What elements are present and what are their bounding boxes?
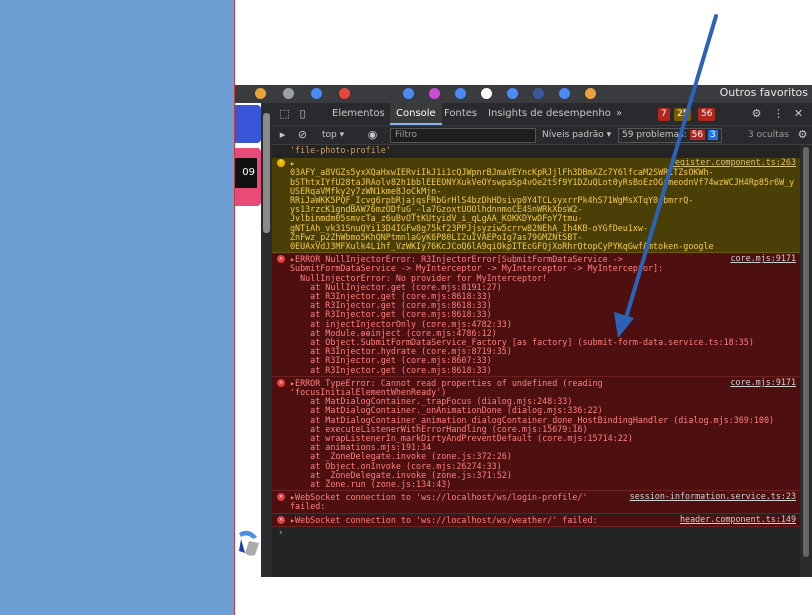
source-link[interactable]: session-information.service.ts:23	[630, 491, 796, 501]
hidden-count: 3 ocultas	[748, 130, 789, 140]
console-log-message[interactable]: 'file-photo-profile'	[272, 145, 800, 158]
console-line: 'file-photo-profile'	[290, 145, 391, 155]
error-icon: ✕	[277, 493, 285, 502]
warning-icon: !	[277, 159, 285, 168]
log-levels-value: Níveis padrão	[542, 130, 604, 140]
close-icon[interactable]: ✕	[792, 107, 805, 120]
settings-gear-icon[interactable]: ⚙	[750, 107, 763, 120]
filter-input[interactable]: Filtro	[390, 128, 536, 143]
page-card[interactable]: 09	[235, 148, 261, 206]
source-link[interactable]: core.mjs:9171	[730, 377, 796, 387]
issues-label: 59 problemas:	[622, 130, 687, 140]
bookmark-icon[interactable]	[481, 88, 492, 99]
bookmark-icon[interactable]	[455, 88, 466, 99]
scroll-thumb[interactable]	[263, 113, 270, 233]
bookmark-icon[interactable]	[255, 88, 266, 99]
devtools-panel: ⬚ ▯ Elementos Console Fontes Insights de…	[272, 103, 812, 577]
console-settings-gear-icon[interactable]: ⚙	[796, 128, 809, 141]
issues-info-count: 3	[708, 130, 718, 140]
context-select[interactable]: top ▾	[322, 128, 344, 142]
bookmark-icon[interactable]	[429, 88, 440, 99]
left-blue-panel	[0, 0, 234, 615]
sidebar-toggle-icon[interactable]: ▸	[276, 128, 289, 141]
issues-count-badge[interactable]: 56	[698, 108, 716, 121]
issues-error-count: 56	[689, 130, 706, 140]
bookmark-icon[interactable]	[533, 88, 544, 99]
source-link[interactable]: core.mjs:9171	[730, 253, 796, 263]
live-expression-eye-icon[interactable]: ◉	[366, 128, 379, 141]
bookmarks-bar: Outros favoritos	[235, 85, 812, 103]
console-line: 0EUAxVdJ3MFXulk4L1hf_VzWKIy76KcJCoQ6lA9q…	[290, 241, 714, 252]
page-tag: 09	[235, 158, 257, 188]
console-error-message[interactable]: ✕ ▸ERROR NullInjectorError: R3InjectorErr…	[272, 253, 800, 377]
log-levels-select[interactable]: Níveis padrão ▾	[542, 128, 611, 142]
context-value: top	[322, 130, 337, 140]
more-tabs-button[interactable]: »	[610, 103, 628, 125]
bookmark-icon[interactable]	[339, 88, 350, 99]
bookmark-icon[interactable]	[311, 88, 322, 99]
console-warning-message[interactable]: ! ▸ 03AFY_a8VGZs5yxXQaHxwIERviIkJ1i1cQJWpn…	[272, 157, 800, 254]
console-scrollbar[interactable]	[800, 145, 812, 577]
error-icon: ✕	[277, 515, 285, 524]
console-error-message[interactable]: ✕ ▸WebSocket connection to 'ws://localhos…	[272, 491, 800, 514]
bookmark-icon[interactable]	[403, 88, 414, 99]
console-line: at Zone.run (zone.js:134:43)	[290, 479, 452, 490]
bookmark-icon[interactable]	[507, 88, 518, 99]
page-card[interactable]	[235, 105, 261, 143]
devtools-tabbar: ⬚ ▯ Elementos Console Fontes Insights de…	[272, 103, 812, 126]
tab-elements[interactable]: Elementos	[326, 103, 391, 125]
console-line: at R3Injector.get (core.mjs:8618:33)	[290, 364, 492, 375]
issues-button[interactable]: 59 problemas: 56 3	[618, 128, 722, 143]
device-toolbar-icon[interactable]: ▯	[296, 107, 309, 120]
console-prompt[interactable]: ›	[278, 528, 283, 538]
tab-console[interactable]: Console	[390, 103, 442, 125]
page-scrollbar[interactable]	[261, 103, 272, 577]
console-error-message[interactable]: ✕ ▸WebSocket connection to 'ws://localhos…	[272, 514, 800, 527]
console-line: failed:	[290, 501, 326, 512]
bookmark-icon[interactable]	[283, 88, 294, 99]
bookmark-icon[interactable]	[559, 88, 570, 99]
other-bookmarks[interactable]: Outros favoritos	[720, 86, 808, 99]
error-count-badge[interactable]: 7	[658, 108, 670, 121]
tab-sources[interactable]: Fontes	[438, 103, 483, 125]
more-options-icon[interactable]: ⋮	[772, 107, 785, 120]
error-icon: ✕	[277, 378, 285, 387]
console-toolbar: ▸ ⊘ top ▾ ◉ Filtro Níveis padrão ▾ 59 pr…	[272, 126, 812, 145]
tab-performance-insights[interactable]: Insights de desempenho	[482, 103, 617, 125]
warning-count-badge[interactable]: 25	[674, 108, 692, 121]
scroll-thumb[interactable]	[803, 147, 809, 557]
recaptcha-icon[interactable]	[235, 523, 261, 573]
console-messages: 'file-photo-profile' ! ▸ 03AFY_a8VGZs5yxXQa…	[272, 145, 800, 577]
console-error-message[interactable]: ✕ ▸ERROR TypeError: Cannot read propertie…	[272, 377, 800, 492]
page-fragment: 09	[235, 103, 261, 577]
bookmark-icon[interactable]	[585, 88, 596, 99]
clear-console-icon[interactable]: ⊘	[296, 128, 309, 141]
source-link[interactable]: header.component.ts:149	[680, 514, 796, 524]
error-icon: ✕	[277, 255, 285, 264]
inspect-element-icon[interactable]: ⬚	[278, 107, 291, 120]
source-link[interactable]: register.component.ts:263	[670, 157, 796, 167]
